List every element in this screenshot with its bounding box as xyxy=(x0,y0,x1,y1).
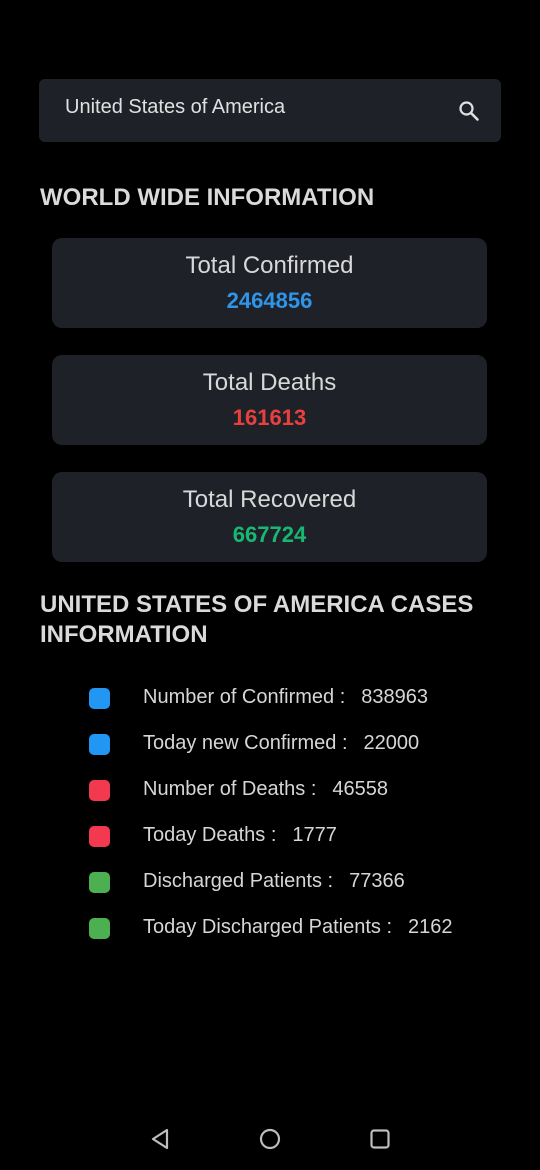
list-item: Today new Confirmed : 22000 xyxy=(0,721,540,767)
total-confirmed-card: Total Confirmed 2464856 xyxy=(52,238,487,328)
system-nav-bar xyxy=(0,1110,540,1170)
country-heading: UNITED STATES OF AMERICA CASES INFORMATI… xyxy=(40,590,473,650)
country-heading-line2: INFORMATION xyxy=(40,621,208,648)
country-heading-line1: UNITED STATES OF AMERICA CASES xyxy=(40,591,474,618)
item-label: Number of Deaths : xyxy=(143,778,317,800)
total-recovered-card: Total Recovered 667724 xyxy=(52,472,487,562)
legend-dot xyxy=(89,918,110,939)
card-title: Total Recovered xyxy=(182,486,357,513)
item-value: 77366 xyxy=(349,870,405,892)
search-icon[interactable] xyxy=(457,99,481,123)
legend-dot xyxy=(89,688,110,709)
item-label: Discharged Patients : xyxy=(143,870,334,892)
legend-dot xyxy=(89,826,110,847)
item-value: 2162 xyxy=(408,916,453,938)
back-icon[interactable] xyxy=(147,1126,173,1152)
card-title: Total Confirmed xyxy=(185,252,354,279)
search-box[interactable]: United States of America xyxy=(39,79,501,142)
legend-dot xyxy=(89,734,110,755)
list-item: Today Deaths : 1777 xyxy=(0,813,540,859)
item-value: 46558 xyxy=(332,778,389,800)
country-stats-list: Number of Confirmed : 838963 Today new Co… xyxy=(0,675,540,951)
list-item: Number of Deaths : 46558 xyxy=(0,767,540,813)
item-value: 22000 xyxy=(363,732,420,754)
world-heading: WORLD WIDE INFORMATION xyxy=(40,184,375,211)
total-deaths-card: Total Deaths 161613 xyxy=(52,355,487,445)
list-item: Number of Confirmed : 838963 xyxy=(0,675,540,721)
recents-icon[interactable] xyxy=(367,1126,393,1152)
list-item: Discharged Patients : 77366 xyxy=(0,859,540,905)
item-label: Today Deaths : xyxy=(143,824,277,846)
card-value: 667724 xyxy=(232,522,307,547)
item-label: Today new Confirmed : xyxy=(143,732,348,754)
card-value: 2464856 xyxy=(226,288,313,313)
card-value: 161613 xyxy=(232,405,307,430)
legend-dot xyxy=(89,872,110,893)
list-item: Today Discharged Patients : 2162 xyxy=(0,905,540,951)
search-input[interactable]: United States of America xyxy=(65,96,285,119)
item-label: Today Discharged Patients : xyxy=(143,916,393,938)
item-value: 1777 xyxy=(292,824,337,846)
card-title: Total Deaths xyxy=(202,369,337,396)
home-icon[interactable] xyxy=(257,1126,283,1152)
item-value: 838963 xyxy=(361,686,429,708)
item-label: Number of Confirmed : xyxy=(143,686,346,708)
legend-dot xyxy=(89,780,110,801)
